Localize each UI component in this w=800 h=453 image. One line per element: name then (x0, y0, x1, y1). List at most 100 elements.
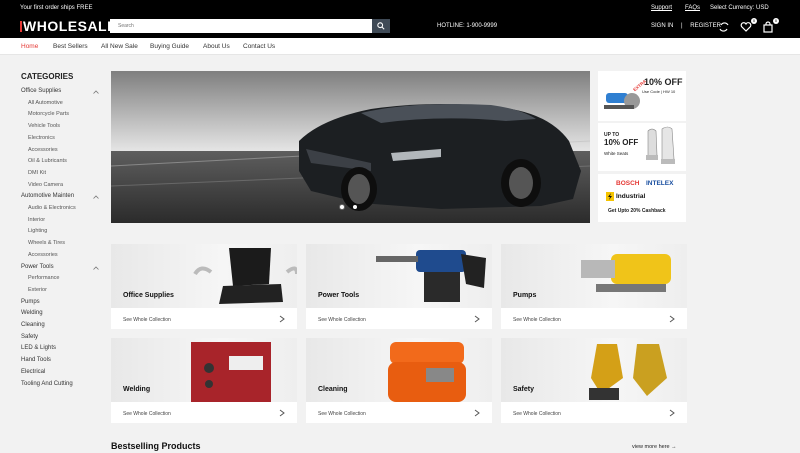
compare-icon (719, 22, 729, 32)
sidebar-item[interactable]: Hand Tools (21, 357, 51, 363)
sidebar-item[interactable]: Oil & Lubricants (28, 158, 67, 164)
lightning-logo-icon (606, 192, 614, 201)
account-separator: | (681, 23, 683, 29)
currency-select[interactable]: Select Currency: USD (710, 5, 769, 11)
search-icon (377, 22, 385, 30)
sidebar-item[interactable]: Performance (28, 275, 60, 281)
hero-dot-1[interactable] (340, 205, 344, 209)
chevron-up-icon[interactable] (93, 265, 99, 270)
banner3-cashback: Get Upto 20% Cashback (608, 208, 666, 214)
logo[interactable]: WHOLESALE (20, 18, 117, 34)
wishlist-button[interactable]: 0 (740, 18, 757, 32)
register-link[interactable]: REGISTER (690, 23, 721, 29)
nav-about-us[interactable]: About Us (203, 43, 230, 50)
banner2-sub: White Seats (604, 151, 629, 156)
sidebar-item[interactable]: Wheels & Tires (28, 240, 65, 246)
category-card-office-supplies[interactable]: Office Supplies See Whole Collection (111, 244, 297, 329)
sidebar-item[interactable]: Safety (21, 334, 38, 340)
sidebar-item[interactable]: Interior (28, 217, 45, 223)
categories-title: CATEGORIES (21, 72, 74, 81)
heart-icon (740, 22, 752, 32)
card-name: Pumps (513, 292, 537, 299)
logo-text: WHOLESALE (23, 18, 117, 34)
chevron-right-icon[interactable] (279, 409, 285, 417)
chevron-right-icon[interactable] (279, 315, 285, 323)
support-link[interactable]: Support (651, 5, 672, 11)
category-card-power-tools[interactable]: Power Tools See Whole Collection (306, 244, 492, 329)
account-links: SIGN IN | REGISTER (651, 23, 721, 29)
banner3-brand-1: BOSCH (616, 180, 640, 187)
chevron-right-icon[interactable] (669, 315, 675, 323)
sidebar-item[interactable]: Tooling And Cutting (21, 381, 73, 387)
banner1-code: Use Code | HW 10 (642, 89, 676, 94)
sidebar-item[interactable]: Welding (21, 310, 43, 316)
sidebar-item[interactable]: Pumps (21, 299, 40, 305)
see-collection-link[interactable]: See Whole Collection (318, 411, 366, 417)
category-card-welding[interactable]: Welding See Whole Collection (111, 338, 297, 423)
search-box (110, 19, 390, 33)
cart-button[interactable]: 0 (762, 18, 779, 33)
sidebar-item[interactable]: Electronics (28, 135, 55, 141)
hero-pagination (340, 205, 357, 209)
nav-all-new-sale[interactable]: All New Sale (101, 43, 138, 50)
chevron-right-icon[interactable] (474, 315, 480, 323)
chevron-up-icon[interactable] (93, 90, 99, 94)
promo-banner-2[interactable]: UP TO 10% OFF White Seats (598, 123, 686, 171)
faqs-link[interactable]: FAQs (685, 5, 700, 11)
main-nav: Home Best Sellers All New Sale Buying Gu… (0, 38, 800, 55)
see-collection-link[interactable]: See Whole Collection (513, 411, 561, 417)
hero-banner[interactable] (111, 71, 590, 223)
banner3-brand-3: Industrial (616, 193, 646, 200)
banner3-brand-2: INTELEX (646, 180, 674, 187)
sidebar-item[interactable]: Electrical (21, 369, 45, 375)
chevron-right-icon[interactable] (474, 409, 480, 417)
wishlist-count: 0 (751, 18, 757, 24)
see-collection-link[interactable]: See Whole Collection (318, 317, 366, 323)
nav-contact-us[interactable]: Contact Us (243, 43, 275, 50)
promo-banner-1[interactable]: EXTRA 10% OFF Use Code | HW 10 (598, 71, 686, 121)
nav-best-sellers[interactable]: Best Sellers (53, 43, 88, 50)
search-button[interactable] (372, 19, 390, 33)
sidebar-item[interactable]: Cleaning (21, 322, 45, 328)
card-name: Safety (513, 386, 535, 393)
see-collection-link[interactable]: See Whole Collection (123, 317, 171, 323)
sidebar-item[interactable]: Motorcycle Parts (28, 111, 69, 117)
sidebar-item[interactable]: Accessories (28, 252, 58, 258)
promo-text: Your first order ships FREE (20, 5, 93, 11)
sidebar-item[interactable]: Office Supplies (21, 88, 61, 94)
cart-count: 0 (773, 18, 779, 24)
sidebar-item[interactable]: Lighting (28, 228, 47, 234)
top-bar: Your first order ships FREE WHOLESALE HO… (0, 0, 800, 38)
search-input[interactable] (110, 19, 372, 33)
sidebar-item[interactable]: Accessories (28, 147, 58, 153)
see-collection-link[interactable]: See Whole Collection (123, 411, 171, 417)
hotline[interactable]: HOTLINE: 1-900-9999 (437, 23, 497, 29)
category-card-pumps[interactable]: Pumps See Whole Collection (501, 244, 687, 329)
arrow-right-icon: → (671, 444, 677, 450)
view-more-label: view more here (632, 444, 670, 450)
category-card-cleaning[interactable]: Cleaning See Whole Collection (306, 338, 492, 423)
sidebar-item[interactable]: Automotive Mainten (21, 193, 74, 199)
sidebar-item[interactable]: LED & Lights (21, 345, 56, 351)
sidebar-item[interactable]: Exterior (28, 287, 47, 293)
nav-buying-guide[interactable]: Buying Guide (150, 43, 189, 50)
sidebar-item[interactable]: Power Tools (21, 264, 54, 270)
compare-button[interactable] (718, 20, 732, 32)
chevron-right-icon[interactable] (669, 409, 675, 417)
sidebar-item[interactable]: Audio & Electronics (28, 205, 76, 211)
category-card-safety[interactable]: Safety See Whole Collection (501, 338, 687, 423)
signin-link[interactable]: SIGN IN (651, 23, 673, 29)
sidebar-item[interactable]: Vehicle Tools (28, 123, 60, 129)
seats-image (646, 126, 675, 164)
view-more-link[interactable]: view more here → (632, 444, 677, 450)
chevron-up-icon[interactable] (93, 195, 99, 200)
nav-home[interactable]: Home (21, 43, 38, 50)
logo-mark (20, 21, 22, 32)
sidebar-item[interactable]: Video Camera (28, 182, 63, 188)
sidebar-item[interactable]: All Automotive (28, 100, 63, 106)
banner2-off: 10% OFF (604, 138, 639, 147)
sidebar-item[interactable]: DMI Kit (28, 170, 46, 176)
hero-dot-2[interactable] (353, 205, 357, 209)
see-collection-link[interactable]: See Whole Collection (513, 317, 561, 323)
promo-banner-3[interactable]: BOSCH INTELEX Industrial Get Upto 20% Ca… (598, 174, 686, 222)
